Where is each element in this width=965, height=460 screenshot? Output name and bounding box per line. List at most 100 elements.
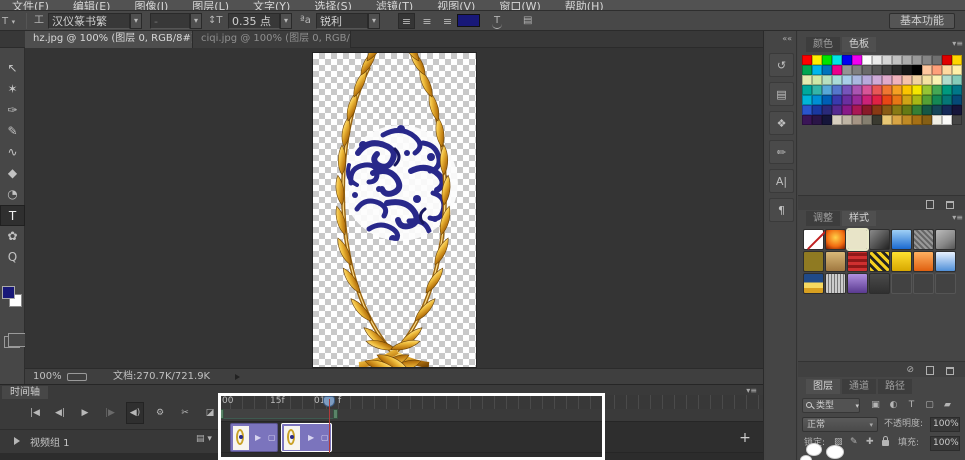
menu-item[interactable]: 滤镜(T) xyxy=(364,0,425,11)
delete-style-icon[interactable] xyxy=(946,367,954,375)
previous-frame-button[interactable]: ◀| xyxy=(51,403,69,423)
style-preset[interactable] xyxy=(869,251,890,272)
style-preset[interactable] xyxy=(913,229,934,250)
filter-type-layers-icon[interactable]: T xyxy=(904,398,919,413)
style-preset[interactable] xyxy=(935,229,956,250)
color-swatch[interactable] xyxy=(882,75,892,85)
history-panel-icon[interactable]: ↺ xyxy=(769,53,794,77)
color-swatch[interactable] xyxy=(862,85,872,95)
mute-audio-button[interactable]: ◀) xyxy=(126,402,144,424)
style-preset[interactable] xyxy=(847,251,868,272)
document-tab-hz[interactable]: hz.jpg @ 100% (图层 0, RGB/8#) * × xyxy=(25,31,193,48)
track-disclosure-icon[interactable] xyxy=(14,437,20,445)
new-swatch-icon[interactable] xyxy=(926,200,934,209)
type-tool[interactable]: T xyxy=(0,205,25,226)
color-swatch[interactable] xyxy=(852,85,862,95)
align-left-button[interactable]: ≡ xyxy=(398,13,415,29)
properties-panel-icon[interactable]: ▤ xyxy=(769,82,794,106)
color-swatch[interactable] xyxy=(872,105,882,115)
filter-adjustment-layers-icon[interactable]: ◐ xyxy=(886,398,901,413)
color-swatch[interactable] xyxy=(922,55,932,65)
style-preset[interactable] xyxy=(869,229,890,250)
color-swatch[interactable] xyxy=(862,65,872,75)
timeline-ruler[interactable]: 00 15f 01 f xyxy=(218,395,763,409)
font-style-select[interactable]: - xyxy=(150,13,190,29)
brush-presets-panel-icon[interactable]: ✏ xyxy=(769,140,794,164)
blur-tool[interactable]: ◔ xyxy=(0,184,25,205)
menu-item[interactable]: 文件(F) xyxy=(0,0,61,11)
lock-position-icon[interactable]: ✚ xyxy=(866,437,874,447)
color-swatch[interactable] xyxy=(902,85,912,95)
tab-channels[interactable]: 通道 xyxy=(842,379,876,394)
tab-styles[interactable]: 样式 xyxy=(842,211,876,226)
style-preset[interactable] xyxy=(825,229,846,250)
color-swatch[interactable] xyxy=(902,105,912,115)
add-media-button[interactable]: + xyxy=(736,429,754,449)
color-swatch[interactable] xyxy=(912,55,922,65)
color-swatch[interactable] xyxy=(952,115,962,125)
color-swatch[interactable] xyxy=(902,55,912,65)
color-swatch[interactable] xyxy=(912,65,922,75)
color-swatch[interactable] xyxy=(822,85,832,95)
clear-style-icon[interactable]: ⊘ xyxy=(906,365,914,375)
color-swatch[interactable] xyxy=(842,115,852,125)
color-swatch[interactable] xyxy=(882,65,892,75)
character-panel-icon[interactable]: A| xyxy=(769,169,794,193)
color-swatch[interactable] xyxy=(912,75,922,85)
color-swatch[interactable] xyxy=(862,75,872,85)
color-swatch[interactable] xyxy=(842,65,852,75)
color-swatch[interactable] xyxy=(832,85,842,95)
color-swatch[interactable] xyxy=(902,95,912,105)
color-swatch[interactable] xyxy=(822,115,832,125)
color-swatch[interactable] xyxy=(932,65,942,75)
style-preset[interactable] xyxy=(847,273,868,294)
color-swatch[interactable] xyxy=(872,95,882,105)
video-clip-1[interactable]: ▶ ▢ xyxy=(230,423,278,452)
timeline-panel-menu-icon[interactable]: ▾≡ xyxy=(746,386,757,395)
color-swatch[interactable] xyxy=(882,55,892,65)
color-swatch[interactable] xyxy=(812,105,822,115)
color-swatch[interactable] xyxy=(932,85,942,95)
color-swatch[interactable] xyxy=(892,115,902,125)
styles-panel-menu-icon[interactable]: ▾≡ xyxy=(952,213,963,222)
anti-alias-select[interactable]: 锐利 xyxy=(316,13,368,29)
color-swatch[interactable] xyxy=(822,95,832,105)
paragraph-panel-icon[interactable]: ¶ xyxy=(769,198,794,222)
color-swatch[interactable] xyxy=(872,65,882,75)
font-size-arrow[interactable]: ▾ xyxy=(280,13,292,29)
color-swatch[interactable] xyxy=(942,55,952,65)
color-swatch[interactable] xyxy=(932,95,942,105)
render-settings-icon[interactable]: ▤ ▾ xyxy=(196,434,212,444)
color-swatch[interactable] xyxy=(952,55,962,65)
color-swatch[interactable] xyxy=(832,65,842,75)
color-swatch[interactable] xyxy=(912,115,922,125)
layer-filter-select[interactable]: 类型 ▾ xyxy=(802,398,860,413)
clone-stamp-tool[interactable]: ∿ xyxy=(0,142,25,163)
color-swatch[interactable] xyxy=(812,75,822,85)
font-family-arrow[interactable]: ▾ xyxy=(130,13,142,29)
color-swatch[interactable] xyxy=(802,95,812,105)
color-swatch[interactable] xyxy=(922,95,932,105)
style-preset[interactable] xyxy=(825,273,846,294)
font-style-arrow[interactable]: ▾ xyxy=(190,13,202,29)
zoom-tool[interactable]: Q xyxy=(0,247,25,268)
color-swatch[interactable] xyxy=(952,75,962,85)
color-swatch[interactable] xyxy=(852,95,862,105)
move-tool[interactable]: ↖ xyxy=(0,58,25,79)
color-swatch[interactable] xyxy=(852,75,862,85)
collapse-dock-icon[interactable]: «« xyxy=(782,34,792,43)
color-swatch[interactable] xyxy=(922,105,932,115)
color-swatch[interactable] xyxy=(952,85,962,95)
color-swatch[interactable] xyxy=(812,95,822,105)
color-swatch[interactable] xyxy=(942,85,952,95)
color-swatch[interactable] xyxy=(822,65,832,75)
color-swatch[interactable] xyxy=(862,115,872,125)
color-swatch[interactable] xyxy=(872,85,882,95)
color-swatch[interactable] xyxy=(802,65,812,75)
color-swatch[interactable] xyxy=(832,75,842,85)
color-swatch[interactable] xyxy=(852,55,862,65)
filter-shape-layers-icon[interactable]: ▢ xyxy=(922,398,937,413)
font-family-select[interactable]: 汉仪篆书繁 xyxy=(48,13,130,29)
color-swatch[interactable] xyxy=(812,65,822,75)
color-swatch[interactable] xyxy=(822,75,832,85)
